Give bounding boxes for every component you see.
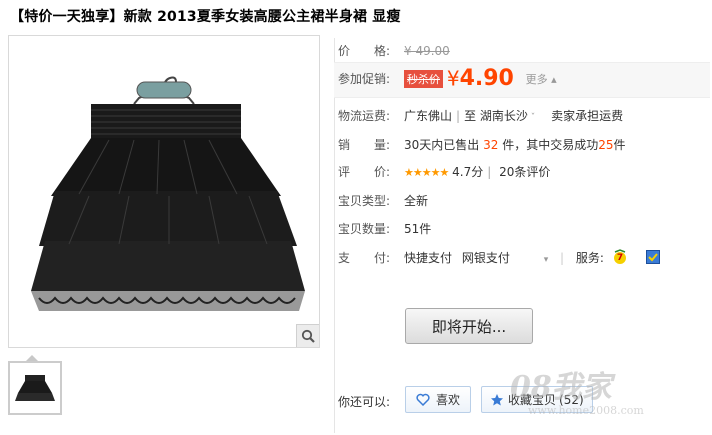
stock-label: 宝贝数量: xyxy=(338,222,391,236)
rating-row: 评 价: ★★★★★ 4.7分 | 20条评价 xyxy=(338,165,551,179)
seven-day-return-icon[interactable]: 7 xyxy=(612,249,628,268)
rating-label: 评 价: xyxy=(338,165,391,179)
skirt-thumbnail xyxy=(10,363,60,413)
heart-icon xyxy=(416,393,430,406)
type-row: 宝贝类型: 全新 xyxy=(338,192,428,209)
payment-method-bank: 网银支付 xyxy=(461,251,510,265)
promo-row: 参加促销: 秒杀价 ¥4.90 更多 ▴ xyxy=(338,66,557,91)
original-price: ¥ 49.00 xyxy=(404,44,450,58)
ship-to: 湖南长沙 xyxy=(479,109,528,123)
like-label: 喜欢 xyxy=(436,393,461,407)
ship-from: 广东佛山 xyxy=(404,109,453,123)
success-count: 25 xyxy=(598,138,614,152)
promo-price: 4.90 xyxy=(459,66,514,91)
promo-label: 参加促销: xyxy=(338,72,391,86)
chevron-down-icon: ˇ xyxy=(527,113,536,123)
sold-count: 32 xyxy=(483,138,499,152)
rating-count-link[interactable]: 20条评价 xyxy=(499,165,550,179)
shipping-fee: 卖家承担运费 xyxy=(551,109,624,123)
type-value: 全新 xyxy=(404,194,429,208)
sales-mid: 件，其中交易成功 xyxy=(502,138,599,152)
sales-row: 销 量: 30天内已售出 32 件，其中交易成功25件 xyxy=(338,136,626,153)
watermark-url: www.home2008.com xyxy=(528,404,644,417)
stock-value: 51件 xyxy=(404,222,432,236)
price-row: 价 格: ¥ 49.00 xyxy=(338,42,450,59)
chevron-down-icon: ▴ xyxy=(551,72,557,86)
payment-row: 支 付: 快捷支付 网银支付 ▾ | 服务: 7 xyxy=(338,249,660,268)
rating-stars: ★★★★★ xyxy=(404,166,449,179)
magnifier-icon xyxy=(301,329,315,343)
ship-sep: 至 xyxy=(464,109,477,123)
seckill-badge: 秒杀价 xyxy=(404,69,443,88)
watermark-logo: 08我家 www.home2008.com xyxy=(510,362,644,417)
payment-label: 支 付: xyxy=(338,251,391,265)
svg-text:7: 7 xyxy=(617,253,623,263)
coming-soon-button[interactable]: 即将开始... xyxy=(405,308,533,344)
product-title: 【特价一天独享】新款 2013夏季女装高腰公主裙半身裙 显瘦 xyxy=(10,9,401,25)
currency-symbol: ¥ xyxy=(446,66,460,91)
rating-score: 4.7分 xyxy=(452,165,484,179)
star-icon xyxy=(491,393,503,405)
more-promotions-label: 更多 xyxy=(525,72,548,86)
sales-label: 销 量: xyxy=(338,138,391,152)
sales-suffix: 件 xyxy=(613,138,626,152)
payment-method-quick: 快捷支付 xyxy=(404,251,453,265)
service-label: 服务: xyxy=(575,251,604,265)
guarantee-icon[interactable] xyxy=(645,250,660,267)
type-label: 宝贝类型: xyxy=(338,194,391,208)
shipping-row: 物流运费: 广东佛山 | 至 湖南长沙 ˇ 卖家承担运费 xyxy=(338,109,624,123)
like-button[interactable]: 喜欢 xyxy=(405,386,471,413)
thumbnail-image[interactable] xyxy=(8,361,62,415)
main-product-image[interactable] xyxy=(8,35,320,348)
stock-row: 宝贝数量: 51件 xyxy=(338,220,431,237)
more-promotions-link[interactable]: 更多 ▴ xyxy=(526,71,557,87)
zoom-button[interactable] xyxy=(296,324,319,347)
ship-to-select[interactable]: 湖南长沙 ˇ xyxy=(480,109,535,123)
actions-label: 你还可以: xyxy=(338,395,391,409)
price-label: 价 格: xyxy=(338,44,391,58)
shipping-label: 物流运费: xyxy=(338,109,391,123)
sales-prefix: 30天内已售出 xyxy=(404,138,480,152)
skirt-image xyxy=(9,36,319,347)
watermark-brand: 08我家 xyxy=(510,370,612,405)
chevron-down-icon[interactable]: ▾ xyxy=(544,255,549,265)
